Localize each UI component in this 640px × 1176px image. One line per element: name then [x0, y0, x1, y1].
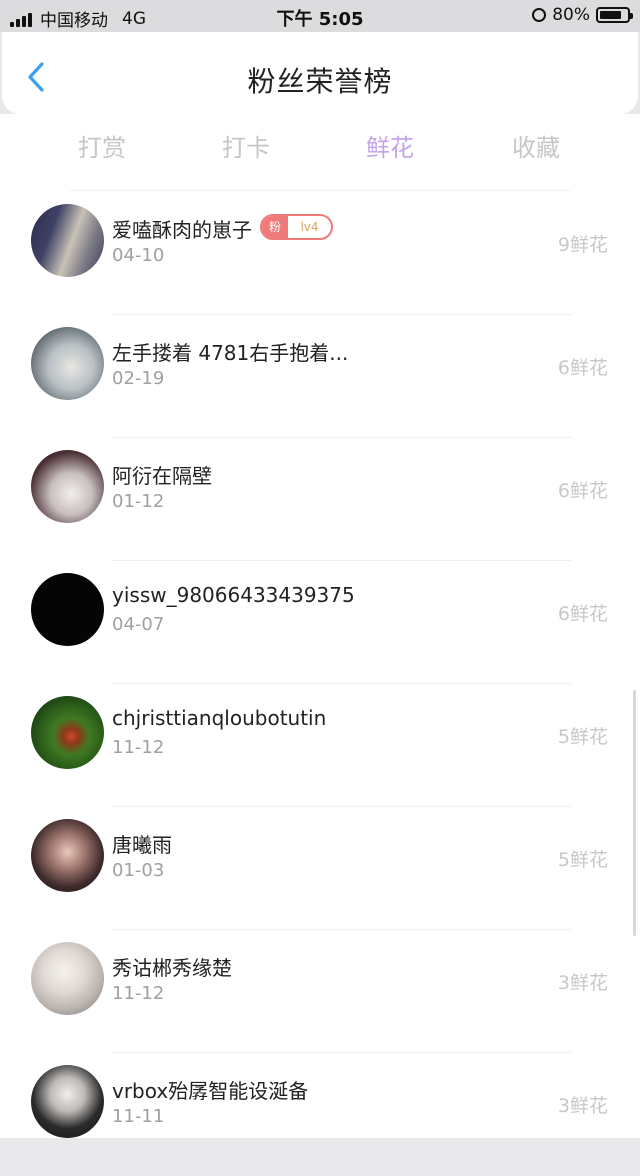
tab-reward[interactable]: 打赏: [62, 128, 142, 163]
avatar[interactable]: [31, 819, 104, 892]
tabs-divider: [70, 190, 570, 191]
list-item[interactable]: chjristtianqloubotutin 11-12 5鲜花: [0, 684, 640, 807]
header: 粉丝荣誉榜: [2, 32, 638, 114]
flower-count: 5鲜花: [557, 726, 608, 748]
list-item[interactable]: 秀诂郴秀缘楚 11-12 3鲜花: [0, 930, 640, 1053]
fan-badge-label: 粉: [262, 216, 288, 238]
list-item[interactable]: 左手搂着 4781右手抱着... 02-19 6鲜花: [0, 315, 640, 438]
fan-name: vrbox殆孱智能设涎备: [112, 1079, 309, 1103]
fan-name: 阿衍在隔壁: [112, 464, 212, 488]
avatar[interactable]: [31, 450, 104, 523]
avatar[interactable]: [31, 696, 104, 769]
list-item[interactable]: yissw_98066433439375 04-07 6鲜花: [0, 561, 640, 684]
battery-icon: [596, 7, 633, 23]
scrollbar[interactable]: [633, 690, 636, 936]
avatar[interactable]: [31, 204, 104, 277]
tab-favorites[interactable]: 收藏: [496, 128, 576, 163]
flower-count: 3鲜花: [557, 1095, 608, 1117]
avatar[interactable]: [31, 942, 104, 1015]
alarm-icon: [532, 8, 547, 22]
fan-date: 04-07: [112, 614, 165, 635]
tab-flowers[interactable]: 鲜花: [350, 128, 430, 163]
fan-date: 01-03: [112, 860, 165, 881]
fan-name: yissw_98066433439375: [112, 583, 355, 607]
fan-name: 左手搂着 4781右手抱着...: [112, 341, 349, 365]
flower-count: 9鲜花: [557, 234, 608, 256]
flower-count: 6鲜花: [557, 603, 608, 625]
fan-date: 11-12: [112, 983, 165, 1004]
fan-date: 01-12: [112, 491, 165, 512]
fan-date: 11-12: [112, 737, 165, 758]
status-right: 80%: [532, 5, 633, 25]
flower-count: 3鲜花: [557, 972, 608, 994]
avatar[interactable]: [31, 327, 104, 400]
avatar[interactable]: [31, 1065, 104, 1138]
list-item[interactable]: 爱嗑酥肉的崽子 粉 lv4 04-10 9鲜花: [0, 192, 640, 315]
flower-count: 5鲜花: [557, 849, 608, 871]
tab-bar: 打赏 打卡 鲜花 收藏: [0, 114, 640, 174]
list-item[interactable]: 唐曦雨 01-03 5鲜花: [0, 807, 640, 930]
list-item[interactable]: vrbox殆孱智能设涎备 11-11 3鲜花: [0, 1053, 640, 1176]
avatar[interactable]: [31, 573, 104, 646]
fan-name: 爱嗑酥肉的崽子: [112, 218, 252, 242]
fan-date: 11-11: [112, 1106, 165, 1127]
main-content: 打赏 打卡 鲜花 收藏 爱嗑酥肉的崽子 粉 lv4 04-10 9鲜花 左手搂着…: [0, 114, 640, 1138]
tab-checkin[interactable]: 打卡: [206, 128, 286, 163]
fan-level-badge: 粉 lv4: [260, 214, 333, 240]
flower-count: 6鲜花: [557, 480, 608, 502]
list-item[interactable]: 阿衍在隔壁 01-12 6鲜花: [0, 438, 640, 561]
battery-percent: 80%: [552, 5, 590, 25]
fan-name: 唐曦雨: [112, 833, 172, 857]
fan-date: 02-19: [112, 368, 165, 389]
flower-count: 6鲜花: [557, 357, 608, 379]
page-title: 粉丝荣誉榜: [247, 65, 393, 98]
fan-badge-level: lv4: [300, 220, 319, 234]
fan-date: 04-10: [112, 245, 165, 266]
fan-name: 秀诂郴秀缘楚: [112, 956, 232, 980]
fan-name: chjristtianqloubotutin: [112, 706, 327, 730]
status-bar: 中国移动 4G 下午 5:05 80%: [0, 0, 640, 32]
